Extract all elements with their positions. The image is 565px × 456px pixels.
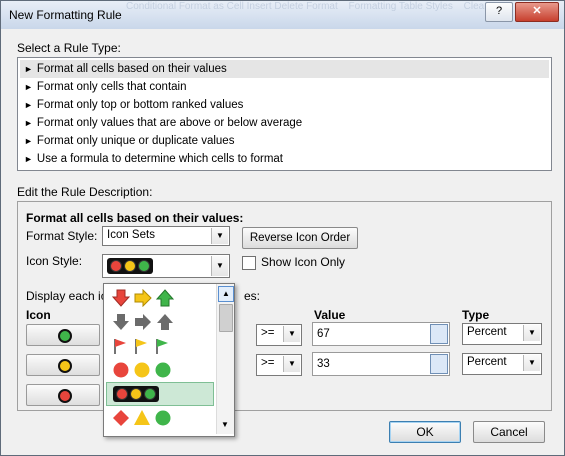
dropdown-scrollbar[interactable]: ▲ ▼ — [216, 284, 234, 434]
green-circle-icon — [58, 329, 72, 343]
rule-type-item[interactable]: ► Format only values that are above or be… — [20, 114, 549, 132]
new-formatting-rule-dialog: Conditional Format as Cell Insert Delete… — [0, 0, 565, 456]
icon-style-label: Icon Style: — [26, 254, 83, 268]
range-select-icon[interactable] — [430, 324, 448, 344]
rule-type-item[interactable]: ► Format all cells based on their values — [20, 60, 549, 78]
bullet-arrow-icon: ► — [24, 154, 33, 164]
rule-type-label: Format only unique or duplicate values — [36, 135, 235, 147]
rule-type-item[interactable]: ► Use a formula to determine which cells … — [20, 150, 549, 168]
rule-description-panel: Format all cells based on their values: … — [17, 201, 552, 411]
show-icon-only-label: Show Icon Only — [261, 255, 346, 269]
rule-type-label: Use a formula to determine which cells t… — [36, 153, 283, 165]
signs-icon — [113, 410, 171, 426]
rule-type-label: Format only top or bottom ranked values — [36, 99, 244, 111]
ok-button[interactable]: OK — [389, 421, 461, 443]
type-select[interactable]: Percent ▼ — [462, 323, 542, 345]
icon-picker-button[interactable] — [26, 354, 100, 376]
scroll-down-icon[interactable]: ▼ — [218, 418, 232, 432]
format-style-select[interactable]: Icon Sets ▼ — [102, 226, 230, 246]
bullet-arrow-icon: ► — [24, 64, 33, 74]
rule-type-item[interactable]: ► Format only cells that contain — [20, 78, 549, 96]
range-select-icon[interactable] — [430, 354, 448, 374]
chevron-down-icon[interactable]: ▼ — [283, 356, 300, 372]
rule-type-heading-text: Select a Rule Type: — [17, 41, 121, 55]
chevron-down-icon[interactable]: ▼ — [523, 325, 540, 341]
colored-arrows-icon — [112, 289, 174, 307]
type-column-header: Type — [462, 308, 490, 322]
rule-type-item[interactable]: ► Format only top or bottom ranked values — [20, 96, 549, 114]
edit-description-heading: Edit the Rule Description: — [17, 185, 153, 199]
bullet-arrow-icon: ► — [24, 82, 33, 92]
icon-column-header: Icon — [26, 308, 51, 322]
title-bar: Conditional Format as Cell Insert Delete… — [1, 1, 564, 29]
icon-style-select[interactable]: ▼ — [102, 254, 230, 278]
type-select[interactable]: Percent ▼ — [462, 353, 542, 375]
scroll-up-icon[interactable]: ▲ — [218, 286, 234, 302]
chevron-down-icon[interactable]: ▼ — [211, 228, 228, 244]
icon-set-option[interactable] — [106, 334, 214, 358]
operator-value: >= — [261, 357, 275, 369]
flags-icon — [114, 339, 168, 354]
description-subheading: Format all cells based on their values: — [26, 211, 244, 225]
help-button[interactable]: ? — [485, 2, 513, 22]
traffic-light-icon — [107, 258, 153, 274]
icon-style-dropdown-list[interactable]: ▲ ▼ — [103, 283, 235, 437]
value-text: 33 — [317, 358, 330, 370]
traffic-lights-rimmed-icon — [113, 386, 159, 402]
icon-set-option-selected[interactable] — [106, 382, 214, 406]
operator-select[interactable]: >= ▼ — [256, 324, 302, 346]
ribbon-text-2: Formatting Table Styles — [348, 1, 453, 12]
rule-type-item[interactable]: ► Format only unique or duplicate values — [20, 132, 549, 150]
cancel-button[interactable]: Cancel — [473, 421, 545, 443]
icon-set-option[interactable] — [106, 358, 214, 382]
bullet-arrow-icon: ► — [24, 136, 33, 146]
rule-type-heading: Select a Rule Type: — [17, 41, 121, 55]
reverse-icon-order-button[interactable]: Reverse Icon Order — [242, 227, 358, 249]
operator-select[interactable]: >= ▼ — [256, 354, 302, 376]
operator-value: >= — [261, 327, 275, 339]
icon-picker-button[interactable] — [26, 324, 100, 346]
format-style-value: Icon Sets — [107, 229, 155, 241]
rule-type-label: Format only values that are above or bel… — [36, 117, 303, 129]
type-value: Percent — [467, 356, 507, 368]
icon-set-option[interactable] — [106, 406, 214, 430]
rule-type-label: Format all cells based on their values — [36, 63, 227, 75]
ribbon-text-1: Conditional Format as Cell Insert Delete… — [126, 1, 338, 12]
icon-picker-button[interactable] — [26, 384, 100, 406]
rule-type-label: Format only cells that contain — [36, 81, 187, 93]
scrollbar-thumb[interactable] — [219, 304, 233, 332]
display-each-label-end: es: — [244, 289, 261, 303]
chevron-down-icon[interactable]: ▼ — [523, 355, 540, 371]
value-column-header: Value — [314, 308, 346, 322]
icon-set-option[interactable] — [106, 310, 214, 334]
dialog-title: New Formatting Rule — [9, 8, 122, 22]
icon-set-option[interactable] — [106, 286, 214, 310]
gray-arrows-icon — [113, 314, 173, 330]
show-icon-only-checkbox[interactable] — [242, 256, 256, 270]
format-style-label: Format Style: — [26, 229, 98, 243]
yellow-circle-icon — [58, 359, 72, 373]
chevron-down-icon[interactable]: ▼ — [283, 326, 300, 342]
rule-type-list[interactable]: ► Format all cells based on their values … — [17, 57, 552, 171]
red-circle-icon — [58, 389, 72, 403]
close-button[interactable]: ✕ — [515, 2, 559, 22]
background-ribbon: Conditional Format as Cell Insert Delete… — [126, 1, 486, 29]
type-value: Percent — [467, 326, 507, 338]
display-each-label-start: Display each ic — [26, 289, 107, 303]
value-text: 67 — [317, 328, 330, 340]
traffic-lights-unrimmed-icon — [113, 362, 171, 378]
ribbon-text-3: Clear — [463, 1, 486, 12]
value-input[interactable]: 33 — [312, 352, 450, 376]
bullet-arrow-icon: ► — [24, 118, 33, 128]
value-input[interactable]: 67 — [312, 322, 450, 346]
chevron-down-icon[interactable]: ▼ — [211, 256, 228, 276]
bullet-arrow-icon: ► — [24, 100, 33, 110]
